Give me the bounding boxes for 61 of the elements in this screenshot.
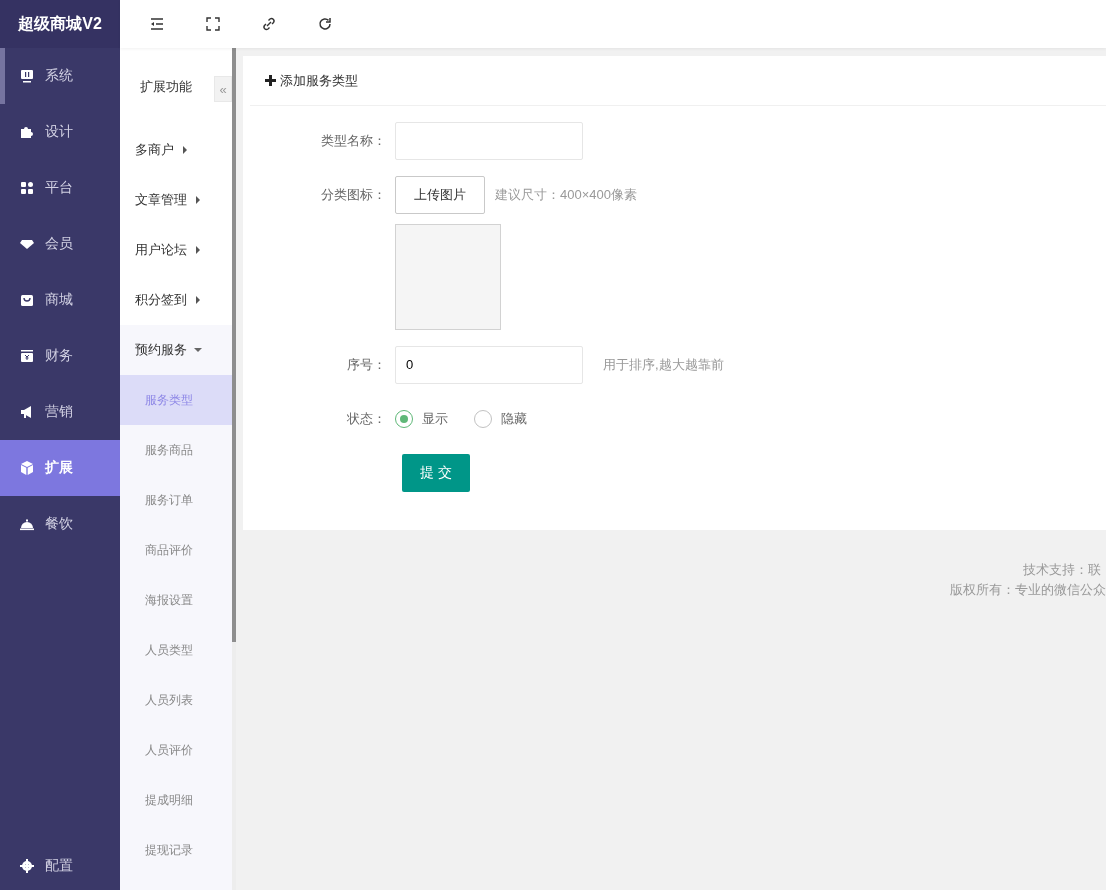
submenu-item[interactable]: 人员列表: [120, 675, 232, 725]
field-label: 类型名称：: [320, 132, 387, 150]
submenu-item[interactable]: 提现记录: [120, 825, 232, 875]
nav-item[interactable]: 设计: [0, 104, 120, 160]
field-label: 状态：: [346, 410, 387, 428]
submenu-item[interactable]: 提成明细: [120, 775, 232, 825]
submenu-item[interactable]: 海报设置: [120, 575, 232, 625]
nav-item[interactable]: 配置: [0, 846, 120, 886]
submenu-group-label: 多商户: [135, 141, 174, 159]
scrollbar[interactable]: [232, 48, 236, 890]
footer-text: 版权所有：专业的微信公众: [950, 581, 1106, 599]
submenu-item[interactable]: 商品评价: [120, 525, 232, 575]
menu-icon[interactable]: [148, 15, 166, 33]
upload-button[interactable]: 上传图片: [395, 176, 485, 214]
link-icon[interactable]: [260, 15, 278, 33]
submenu-group-label: 用户论坛: [135, 241, 187, 259]
radio-label: 显示: [422, 410, 448, 428]
submenu-group[interactable]: 用户论坛: [120, 225, 232, 275]
fullscreen-icon[interactable]: [204, 15, 222, 33]
nav-item[interactable]: 商城: [0, 272, 120, 328]
field-label: 序号：: [346, 356, 387, 374]
submenu-group[interactable]: 多商户: [120, 125, 232, 175]
radio-button[interactable]: [474, 410, 492, 428]
submenu-group[interactable]: 积分签到: [120, 275, 232, 325]
bag-icon: [19, 292, 35, 308]
text-field[interactable]: 0: [395, 346, 583, 384]
submenu-title: 扩展功能: [139, 77, 192, 96]
nav-item[interactable]: 平台: [0, 160, 120, 216]
submenu-item[interactable]: 人员评价: [120, 725, 232, 775]
submenu-group-label: 积分签到: [135, 291, 187, 309]
submenu-item[interactable]: 服务商品: [120, 425, 232, 475]
puzzle-icon: [19, 124, 35, 140]
radio-option[interactable]: 显示: [395, 410, 448, 428]
submenu-group-label: 预约服务: [135, 341, 187, 359]
grid-icon: [19, 180, 35, 196]
cube-icon: [19, 460, 35, 476]
radio-button[interactable]: [395, 410, 413, 428]
nav-item[interactable]: 会员: [0, 216, 120, 272]
plus-icon: [265, 75, 276, 86]
refresh-icon[interactable]: [316, 15, 334, 33]
nav-item[interactable]: 餐饮: [0, 496, 120, 552]
field-hint: 建议尺寸：400×400像素: [495, 186, 637, 204]
submenu-group-label: 文章管理: [135, 191, 187, 209]
field-label: 分类图标：: [320, 186, 387, 204]
radio-option[interactable]: 隐藏: [474, 410, 527, 428]
submenu-group[interactable]: 文章管理: [120, 175, 232, 225]
submit-button[interactable]: 提 交: [402, 454, 470, 492]
nav-item[interactable]: 系统: [0, 48, 120, 104]
field-hint: 用于排序,越大越靠前: [603, 356, 724, 374]
card-title: 添加服务类型: [280, 71, 358, 90]
brand-logo: 超级商城V2: [0, 0, 120, 48]
text-field[interactable]: [395, 122, 583, 160]
nav-item[interactable]: 扩展: [0, 440, 120, 496]
submenu-item[interactable]: 人员类型: [120, 625, 232, 675]
radio-label: 隐藏: [501, 410, 527, 428]
nav-item[interactable]: 营销: [0, 384, 120, 440]
monitor-icon: [19, 68, 35, 84]
cash-box-icon: [19, 348, 35, 364]
nav-item[interactable]: 财务: [0, 328, 120, 384]
submenu-item[interactable]: 服务订单: [120, 475, 232, 525]
footer-text: 技术支持：联: [1023, 561, 1102, 579]
